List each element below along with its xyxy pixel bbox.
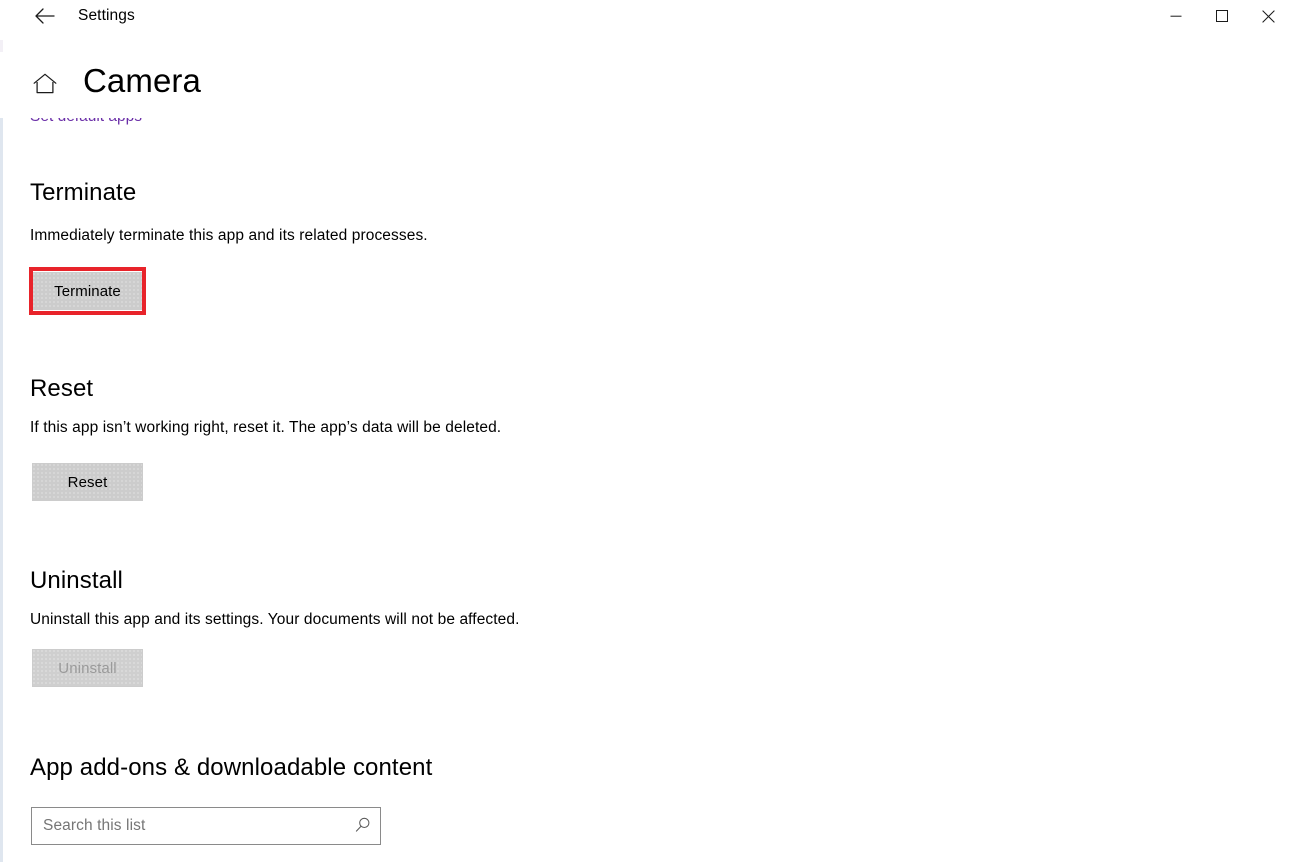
settings-content: Set default apps Terminate Immediately t… [0,0,1291,862]
home-icon[interactable] [31,70,59,98]
terminate-button[interactable]: Terminate [32,272,143,310]
uninstall-button[interactable]: Uninstall [32,649,143,687]
uninstall-section-heading: Uninstall [30,567,123,594]
reset-button[interactable]: Reset [32,463,143,501]
search-input[interactable] [32,808,346,844]
reset-section-description: If this app isn’t working right, reset i… [30,419,502,436]
addons-search-box[interactable] [31,807,381,845]
search-button[interactable] [346,808,380,844]
addons-section-heading: App add-ons & downloadable content [30,754,433,781]
reset-section-heading: Reset [30,375,94,402]
uninstall-section-description: Uninstall this app and its settings. You… [30,611,520,628]
terminate-section-heading: Terminate [30,179,137,206]
terminate-section-description: Immediately terminate this app and its r… [30,227,428,244]
page-header: Camera [0,52,1291,118]
search-icon [354,816,372,837]
page-title: Camera [83,62,201,99]
